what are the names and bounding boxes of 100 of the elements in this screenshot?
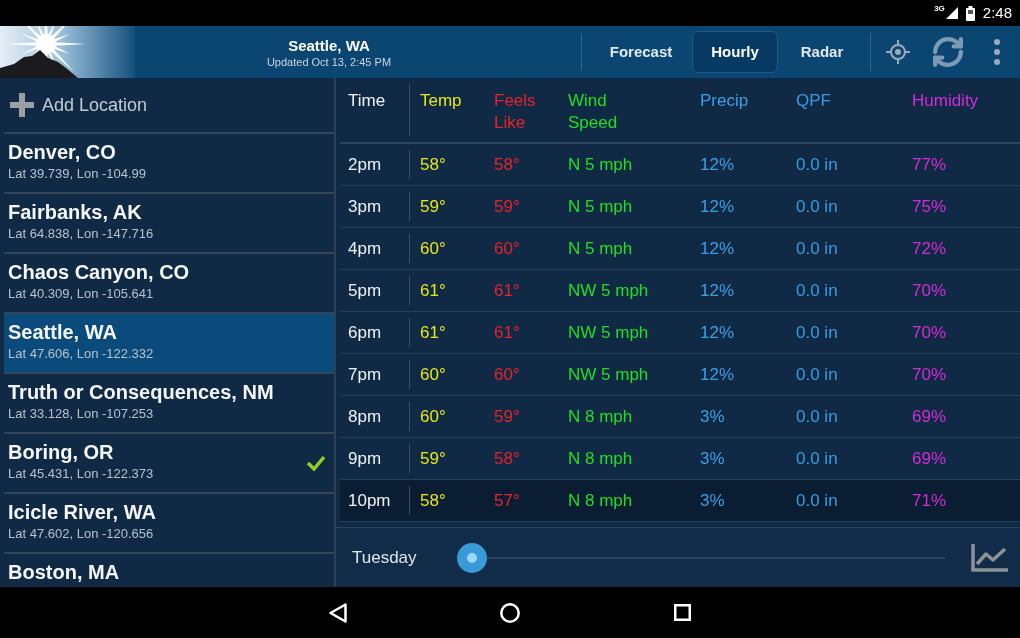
table-cell: 3% bbox=[700, 489, 725, 512]
table-cell: 60° bbox=[420, 363, 446, 386]
home-icon[interactable] bbox=[500, 602, 520, 623]
table-cell: 3pm bbox=[348, 195, 382, 218]
table-cell: 12% bbox=[700, 153, 735, 176]
location-title: Seattle, WA bbox=[288, 35, 370, 55]
table-row[interactable]: 7pm 60° 60° NW 5 mph 12% 0.0 in 70% bbox=[340, 354, 1020, 396]
table-cell: 58° bbox=[420, 489, 446, 512]
table-cell: 5pm bbox=[348, 279, 382, 302]
table-row[interactable]: 8pm 60° 59° N 8 mph 3% 0.0 in 69% bbox=[340, 396, 1020, 438]
table-cell: 0.0 in bbox=[796, 279, 838, 302]
column-header: Wind Speed bbox=[568, 90, 618, 134]
table-cell: 61° bbox=[494, 321, 520, 344]
column-header: QPF bbox=[796, 90, 831, 112]
location-coords: Lat 40.309, Lon -105.641 bbox=[8, 285, 155, 303]
location-coords: Lat 64.838, Lon -147.716 bbox=[8, 225, 155, 243]
table-cell: 12% bbox=[700, 279, 735, 302]
location-name: Denver, CO bbox=[8, 140, 117, 165]
table-cell: 12% bbox=[700, 237, 735, 260]
line-chart-icon[interactable] bbox=[971, 543, 1008, 572]
table-cell: 58° bbox=[494, 153, 520, 176]
column-header: Time bbox=[348, 90, 386, 112]
add-location-button[interactable]: Add Location bbox=[10, 91, 148, 119]
table-cell: 7pm bbox=[348, 363, 382, 386]
table-cell: 4pm bbox=[348, 237, 382, 260]
table-row[interactable]: 3pm 59° 59° N 5 mph 12% 0.0 in 75% bbox=[340, 186, 1020, 228]
location-name: Truth or Consequences, NM bbox=[8, 380, 275, 405]
table-cell: 8pm bbox=[348, 405, 382, 428]
table-cell: 0.0 in bbox=[796, 195, 838, 218]
more-options-icon[interactable] bbox=[994, 39, 1000, 65]
table-cell: N 8 mph bbox=[568, 489, 633, 512]
location-item[interactable]: Icicle River, WA Lat 47.602, Lon -120.656 bbox=[4, 494, 334, 554]
table-cell: 75% bbox=[912, 195, 947, 218]
table-cell: 70% bbox=[912, 279, 947, 302]
table-cell: 70% bbox=[912, 321, 947, 344]
table-cell: 12% bbox=[700, 195, 735, 218]
table-cell: 59° bbox=[420, 447, 446, 470]
plus-icon bbox=[10, 93, 34, 117]
location-name: Fairbanks, AK bbox=[8, 200, 143, 225]
location-name: Boring, OR bbox=[8, 440, 115, 465]
table-cell: 59° bbox=[420, 195, 446, 218]
table-cell: 77% bbox=[912, 153, 947, 176]
table-cell: 61° bbox=[420, 321, 446, 344]
location-item[interactable]: Boring, OR Lat 45.431, Lon -122.373 bbox=[4, 434, 334, 494]
back-icon[interactable] bbox=[329, 602, 347, 623]
table-cell: 2pm bbox=[348, 153, 382, 176]
slider-thumb[interactable] bbox=[457, 542, 487, 573]
signal-icon bbox=[945, 7, 958, 19]
table-cell: 71% bbox=[912, 489, 947, 512]
battery-icon bbox=[965, 5, 975, 21]
column-header: Feels Like bbox=[494, 90, 536, 134]
table-cell: 0.0 in bbox=[796, 321, 838, 344]
table-cell: 9pm bbox=[348, 447, 382, 470]
table-cell: 59° bbox=[494, 195, 520, 218]
table-row[interactable]: 5pm 61° 61° NW 5 mph 12% 0.0 in 70% bbox=[340, 270, 1020, 312]
table-cell: 72% bbox=[912, 237, 947, 260]
location-coords: Lat 33.128, Lon -107.253 bbox=[8, 405, 155, 423]
table-cell: 60° bbox=[420, 405, 446, 428]
table-row[interactable]: 10pm 58° 57° N 8 mph 3% 0.0 in 71% bbox=[340, 480, 1020, 522]
location-coords: Lat 45.431, Lon -122.373 bbox=[8, 465, 155, 483]
crosshair-icon[interactable] bbox=[886, 40, 910, 64]
column-header: Humidity bbox=[912, 90, 979, 112]
table-cell: N 5 mph bbox=[568, 195, 633, 218]
recent-apps-icon[interactable] bbox=[674, 604, 691, 621]
slider-track[interactable] bbox=[457, 542, 945, 573]
refresh-icon[interactable] bbox=[933, 37, 963, 67]
location-item[interactable]: Fairbanks, AK Lat 64.838, Lon -147.716 bbox=[4, 194, 334, 254]
table-cell: 12% bbox=[700, 363, 735, 386]
table-cell: 60° bbox=[494, 363, 520, 386]
location-item[interactable]: Denver, CO Lat 39.739, Lon -104.99 bbox=[4, 134, 334, 194]
table-cell: 69% bbox=[912, 447, 947, 470]
tab[interactable]: Radar bbox=[779, 31, 865, 73]
table-cell: 0.0 in bbox=[796, 405, 838, 428]
updated-time: Updated Oct 13, 2:45 PM bbox=[266, 54, 392, 69]
table-cell: 70% bbox=[912, 363, 947, 386]
table-cell: 58° bbox=[420, 153, 446, 176]
location-item[interactable]: Truth or Consequences, NM Lat 33.128, Lon -107.253 bbox=[4, 374, 334, 434]
tab[interactable]: Forecast bbox=[591, 31, 691, 73]
table-cell: NW 5 mph bbox=[568, 321, 649, 344]
table-cell: 10pm bbox=[348, 489, 391, 512]
column-header: Precip bbox=[700, 90, 749, 112]
column-header: Temp bbox=[420, 90, 462, 112]
location-coords: Lat 47.602, Lon -120.656 bbox=[8, 525, 155, 543]
table-row[interactable]: 4pm 60° 60° N 5 mph 12% 0.0 in 72% bbox=[340, 228, 1020, 270]
tab[interactable]: Hourly bbox=[692, 31, 778, 73]
location-coords: Lat 39.739, Lon -104.99 bbox=[8, 165, 148, 183]
table-cell: 61° bbox=[420, 279, 446, 302]
table-cell: N 5 mph bbox=[568, 153, 633, 176]
table-cell: NW 5 mph bbox=[568, 363, 649, 386]
table-row[interactable]: 6pm 61° 61° NW 5 mph 12% 0.0 in 70% bbox=[340, 312, 1020, 354]
table-cell: 3% bbox=[700, 405, 725, 428]
location-name: Icicle River, WA bbox=[8, 500, 157, 525]
table-cell: 61° bbox=[494, 279, 520, 302]
table-cell: 0.0 in bbox=[796, 489, 838, 512]
table-cell: 0.0 in bbox=[796, 363, 838, 386]
location-item[interactable]: Seattle, WA Lat 47.606, Lon -122.332 bbox=[4, 314, 334, 374]
table-row[interactable]: 2pm 58° 58° N 5 mph 12% 0.0 in 77% bbox=[340, 144, 1020, 186]
table-cell: 12% bbox=[700, 321, 735, 344]
table-cell: 60° bbox=[494, 237, 520, 260]
location-name: Boston, MA bbox=[8, 560, 121, 585]
